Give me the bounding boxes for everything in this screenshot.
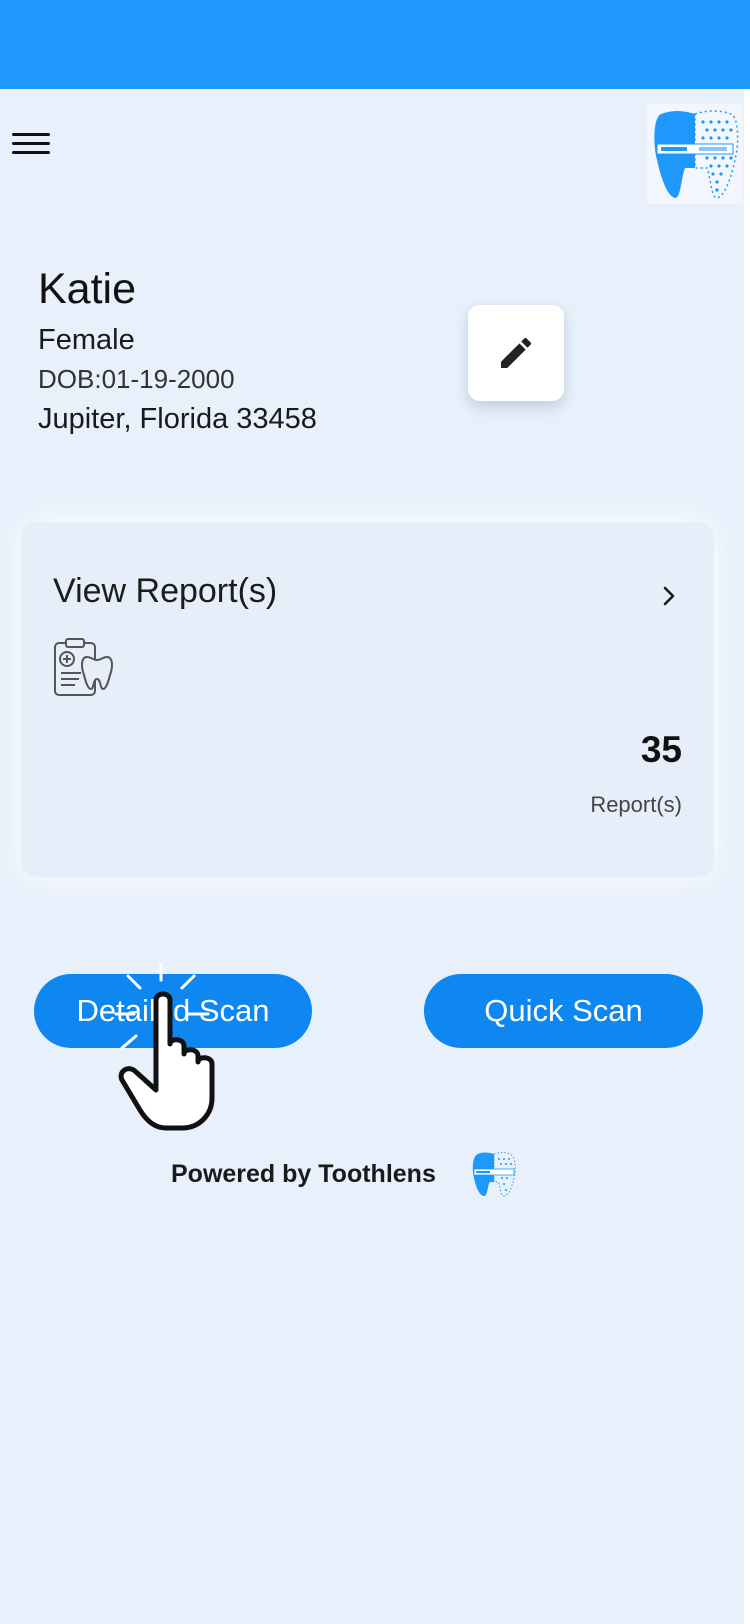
view-reports-title: View Report(s) xyxy=(53,572,278,610)
toothlens-logo-icon xyxy=(647,104,743,204)
profile-name: Katie xyxy=(38,265,137,313)
profile-info: Katie Female DOB:01-19-2000 Jupiter, Flo… xyxy=(38,262,317,438)
chevron-right-icon[interactable] xyxy=(657,584,681,608)
profile-address: Jupiter, Florida 33458 xyxy=(38,403,317,435)
report-count: 35 xyxy=(640,729,682,770)
quick-scan-button[interactable]: Quick Scan xyxy=(424,974,703,1048)
footer: Powered by Toothlens xyxy=(171,1148,518,1200)
edit-profile-button[interactable] xyxy=(468,305,564,401)
tooth-report-icon xyxy=(54,638,113,696)
pencil-icon xyxy=(501,337,532,368)
profile-gender: Female xyxy=(38,324,135,356)
status-bar xyxy=(0,0,750,89)
report-count-label: Report(s) xyxy=(590,792,682,817)
toothlens-small-logo-icon xyxy=(472,1152,516,1197)
detailed-scan-button[interactable]: Detailed Scan xyxy=(34,974,312,1048)
view-reports-card[interactable]: View Report(s) 35 Report(s) xyxy=(21,522,714,877)
profile-dob: DOB:01-19-2000 xyxy=(38,364,235,394)
screen-edge xyxy=(744,89,750,1624)
hamburger-menu-icon[interactable] xyxy=(10,128,52,162)
powered-by-text: Powered by Toothlens xyxy=(171,1159,436,1188)
